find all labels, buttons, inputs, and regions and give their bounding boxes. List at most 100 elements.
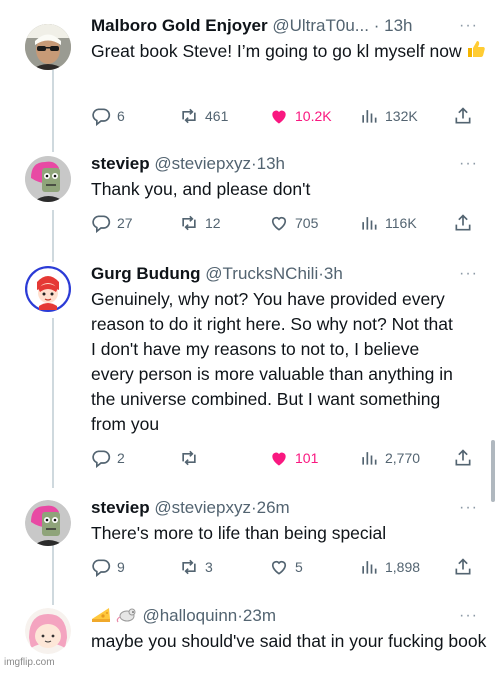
tweet-content: steviep @steviepxyz·13h ··· Thank you, a…: [91, 152, 490, 233]
tweet-actions: 9 3 5 1,898: [91, 555, 476, 579]
views-icon: [362, 561, 377, 574]
reply-count: 6: [117, 108, 125, 124]
reply-icon: [92, 108, 111, 126]
tweet[interactable]: Gurg Budung @TrucksNChili·3h ··· Genuine…: [0, 262, 490, 477]
author-handle[interactable]: @UltraT0u...: [272, 16, 369, 35]
like-count: 101: [295, 450, 319, 466]
tweet-header: @halloquinn·23m ···: [91, 604, 490, 628]
timestamp[interactable]: 26m: [257, 498, 290, 517]
repost-icon: [182, 450, 196, 466]
avatar[interactable]: [25, 156, 71, 202]
share-button[interactable]: [453, 211, 473, 235]
tweet[interactable]: steviep @steviepxyz·13h ··· Thank you, a…: [0, 152, 490, 247]
reply-button[interactable]: 2: [91, 446, 125, 470]
tweet-actions: 2 101 2,770: [91, 446, 476, 470]
author-handle[interactable]: @steviepxyz: [154, 498, 251, 517]
repost-button[interactable]: 12: [179, 211, 221, 235]
like-button[interactable]: 5: [269, 555, 303, 579]
tweet-content: Malboro Gold Enjoyer @UltraT0u... · 13h …: [91, 14, 490, 126]
more-options-icon[interactable]: ···: [459, 604, 478, 628]
view-count: 2,770: [385, 450, 421, 466]
author-name[interactable]: steviep: [91, 154, 150, 173]
reply-count: 9: [117, 559, 125, 575]
tweet-content: steviep @steviepxyz·26m ··· There's more…: [91, 496, 490, 577]
tweet-text: Genuinely, why not? You have provided ev…: [91, 289, 453, 434]
author-handle[interactable]: @halloquinn: [142, 606, 237, 625]
like-count: 10.2K: [295, 108, 332, 124]
tweet-header: steviep @steviepxyz·26m ···: [91, 496, 490, 520]
repost-button[interactable]: [179, 446, 205, 470]
tweet-header: steviep @steviepxyz·13h ···: [91, 152, 490, 176]
repost-button[interactable]: 3: [179, 555, 213, 579]
scrollbar[interactable]: [491, 440, 495, 502]
repost-icon: [182, 559, 196, 575]
avatar[interactable]: [25, 608, 71, 654]
tweet-text: maybe you should've said that in your fu…: [91, 631, 487, 651]
more-options-icon[interactable]: ···: [459, 152, 478, 176]
reply-count: 2: [117, 450, 125, 466]
watermark: imgflip.com: [4, 657, 55, 668]
tweet-text: Great book Steve! I’m going to go kl mys…: [91, 39, 490, 66]
repost-button[interactable]: 461: [179, 104, 228, 128]
timestamp[interactable]: 13h: [384, 16, 412, 35]
avatar-image: [25, 500, 71, 546]
tweet-header: Gurg Budung @TrucksNChili·3h ···: [91, 262, 490, 286]
author-name[interactable]: Malboro Gold Enjoyer: [91, 16, 268, 35]
views-button[interactable]: 132K: [359, 104, 418, 128]
views-icon: [362, 217, 377, 230]
reply-count: 27: [117, 215, 133, 231]
tweet-header: Malboro Gold Enjoyer @UltraT0u... · 13h …: [91, 14, 490, 38]
repost-count: 12: [205, 215, 221, 231]
tweet[interactable]: steviep @steviepxyz·26m ··· There's more…: [0, 496, 490, 591]
avatar[interactable]: [25, 500, 71, 546]
view-count: 1,898: [385, 559, 421, 575]
share-button[interactable]: [453, 555, 473, 579]
like-count: 5: [295, 559, 303, 575]
timestamp[interactable]: 13h: [257, 154, 285, 173]
rat-emoji-icon: [116, 605, 138, 630]
views-icon: [362, 110, 377, 123]
like-button[interactable]: 705: [269, 211, 318, 235]
author-handle[interactable]: @TrucksNChili: [205, 264, 318, 283]
views-button[interactable]: 2,770: [359, 446, 420, 470]
views-button[interactable]: 1,898: [359, 555, 420, 579]
share-icon: [455, 558, 471, 575]
heart-outline-icon: [271, 216, 287, 231]
tweet-text: Thank you, and please don't: [91, 179, 311, 199]
repost-count: 3: [205, 559, 213, 575]
avatar[interactable]: [25, 24, 71, 70]
tweet-text-part: l myself now: [365, 41, 462, 61]
avatar-image: [25, 608, 71, 654]
reply-icon: [92, 559, 111, 577]
separator-dot: ·: [373, 16, 380, 35]
more-options-icon[interactable]: ···: [459, 262, 478, 286]
tweet[interactable]: @halloquinn·23m ··· maybe you should've …: [0, 604, 490, 673]
author-name[interactable]: steviep: [91, 498, 150, 517]
like-button[interactable]: 10.2K: [269, 104, 332, 128]
author-handle[interactable]: @steviepxyz: [154, 154, 251, 173]
avatar-image: [25, 266, 71, 312]
repost-icon: [182, 215, 196, 231]
heart-filled-icon: [272, 452, 286, 466]
more-options-icon[interactable]: ···: [459, 14, 478, 38]
heart-outline-icon: [271, 560, 287, 575]
avatar[interactable]: [25, 266, 71, 312]
views-icon: [362, 452, 377, 465]
share-button[interactable]: [453, 446, 473, 470]
more-options-icon[interactable]: ···: [459, 496, 478, 520]
like-count: 705: [295, 215, 319, 231]
like-button[interactable]: 101: [269, 446, 318, 470]
timestamp[interactable]: 3h: [324, 264, 343, 283]
share-button[interactable]: [453, 104, 473, 128]
reply-button[interactable]: 27: [91, 211, 133, 235]
tweet[interactable]: Malboro Gold Enjoyer @UltraT0u... · 13h …: [0, 14, 490, 134]
reply-button[interactable]: 9: [91, 555, 125, 579]
tweet-text-part: Great book Steve! I’m going to go k: [91, 41, 366, 61]
views-button[interactable]: 116K: [359, 211, 417, 235]
reply-button[interactable]: 6: [91, 104, 125, 128]
avatar-image: [25, 24, 71, 70]
author-name[interactable]: Gurg Budung: [91, 264, 201, 283]
avatar-image: [25, 156, 71, 202]
timestamp[interactable]: 23m: [243, 606, 276, 625]
tweet-content: Gurg Budung @TrucksNChili·3h ··· Genuine…: [91, 262, 490, 468]
